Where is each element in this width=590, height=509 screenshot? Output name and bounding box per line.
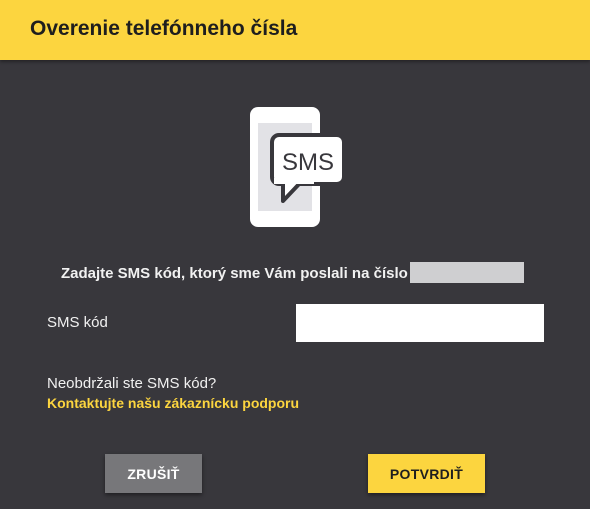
masked-phone-number (409, 262, 524, 283)
not-received-text: Neobdržali ste SMS kód? (47, 375, 217, 392)
cancel-button[interactable]: ZRUŠIŤ (105, 454, 202, 493)
sms-bubble-text: SMS (282, 149, 334, 176)
instruction-text: Zadajte SMS kód, ktorý sme Vám poslali n… (61, 262, 524, 283)
confirm-button[interactable]: POTVRDIŤ (368, 454, 485, 493)
phone-sms-icon: SMS (250, 107, 346, 227)
contact-support-link[interactable]: Kontaktujte našu zákaznícku podporu (47, 395, 299, 411)
instruction-label: Zadajte SMS kód, ktorý sme Vám poslali n… (61, 265, 408, 282)
dialog-title: Overenie telefónneho čísla (30, 17, 298, 40)
dialog-header: Overenie telefónneho čísla (0, 0, 590, 60)
sms-code-input[interactable] (296, 304, 544, 342)
sms-code-label: SMS kód (47, 314, 108, 331)
phone-sms-illustration: SMS (249, 106, 346, 230)
